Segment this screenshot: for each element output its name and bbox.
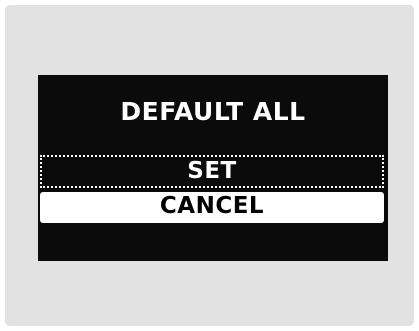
lcd-screen: DEFAULT ALL SET CANCEL [38, 75, 388, 261]
cancel-button[interactable]: CANCEL [40, 192, 384, 223]
set-button[interactable]: SET [40, 155, 384, 188]
dialog-title: DEFAULT ALL [120, 97, 306, 126]
